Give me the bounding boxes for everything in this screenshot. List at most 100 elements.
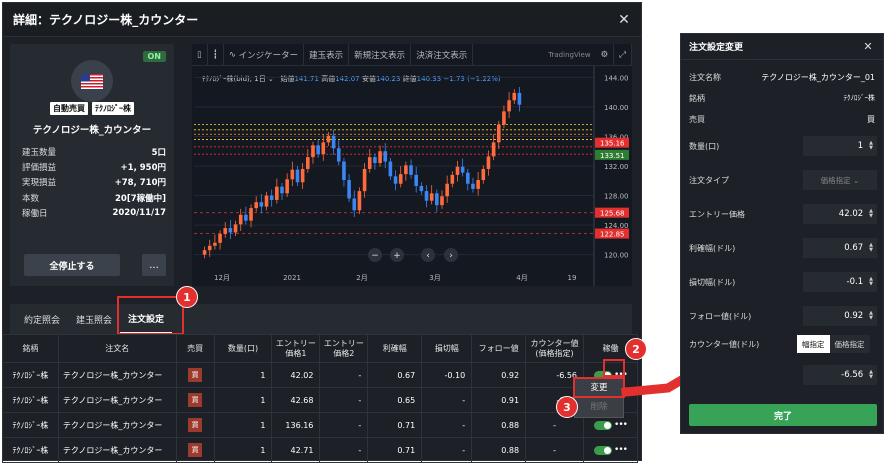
candle-body	[460, 166, 465, 173]
cell-take-profit: 0.71	[367, 412, 423, 438]
candle-body	[419, 185, 424, 192]
candle-body	[249, 208, 253, 221]
stepper-arrows-icon[interactable]: ▲ ▼	[869, 243, 873, 253]
candle-body	[352, 198, 357, 211]
cell-qty: 1	[213, 412, 273, 438]
candle-body	[218, 233, 222, 243]
candle-body	[373, 157, 377, 164]
settings-icon[interactable]: ⚙	[596, 43, 615, 66]
active-toggle[interactable]	[594, 420, 613, 430]
candle-body	[481, 168, 486, 181]
candle-type-icon[interactable]: ┇	[208, 43, 224, 66]
zoom-control-glyph: −	[371, 251, 379, 261]
table-row[interactable]: ﾃｸﾉﾛｼﾞｰ株 テクノロジー株_カウンター 買 1 136.16 - 0.71…	[2, 412, 638, 438]
stat-row: 本数 20[7稼働中]	[22, 190, 166, 205]
cell-side: 買	[175, 437, 215, 463]
cell-entry1: 136.16	[271, 412, 321, 438]
buy-badge: 買	[188, 393, 203, 407]
candle-body	[259, 202, 264, 207]
delete-menu-item[interactable]: 削除	[575, 398, 623, 417]
stat-row: 稼働日 2020/11/17	[22, 205, 166, 220]
cell-follow: 0.92	[471, 362, 527, 388]
counter-stepper[interactable]: -6.56 ▲ ▼	[803, 365, 877, 385]
price-tag-label: 122.85	[600, 231, 625, 239]
candle-body	[404, 165, 408, 175]
active-toggle[interactable]	[594, 445, 613, 455]
tab-positions[interactable]: 建玉照会	[68, 304, 120, 334]
show-new-orders-button[interactable]: 新規注文表示	[349, 43, 412, 66]
order-name-label: 注文名称	[689, 73, 721, 82]
tab-executions[interactable]: 約定照会	[16, 304, 68, 334]
fullscreen-icon[interactable]: ⤢	[614, 43, 632, 66]
row-menu-icon[interactable]: •••	[614, 420, 628, 430]
cell-active: •••	[583, 437, 638, 463]
symbol-label: 銘柄	[689, 94, 705, 103]
tag-auto-trade: 自動売買	[50, 102, 88, 115]
counter-mode-width-button[interactable]: 幅指定	[797, 335, 830, 353]
indicator-button[interactable]: ∿ インジケーター	[224, 43, 305, 66]
entry-value: 42.02	[838, 209, 864, 219]
candlestick-plot[interactable]: 144.00140.00136.00132.00128.00124.00120.…	[192, 66, 632, 286]
zoom-control-glyph: ›	[449, 251, 453, 261]
candle-body	[455, 166, 460, 175]
table-row[interactable]: ﾃｸﾉﾛｼﾞｰ株 テクノロジー株_カウンター 買 1 42.68 - 0.65 …	[2, 387, 638, 413]
counter-mode-price-button[interactable]: 価格指定	[829, 335, 870, 353]
counter-mode-toggle: 幅指定 価格指定	[797, 335, 870, 353]
more-options-button[interactable]: ...	[142, 254, 166, 276]
qty-stepper[interactable]: 1 ▲ ▼	[803, 136, 877, 156]
follow-stepper[interactable]: 0.92 ▲ ▼	[803, 306, 877, 326]
candle-body	[321, 142, 326, 155]
candle-body	[228, 228, 233, 233]
show-close-orders-button[interactable]: 決済注文表示	[411, 43, 474, 66]
stepper-arrows-icon[interactable]: ▲ ▼	[869, 209, 873, 219]
candle-body	[316, 145, 320, 155]
candle-body	[429, 193, 434, 201]
cell-counter: -	[525, 437, 585, 463]
done-button[interactable]: 完了	[689, 404, 877, 426]
x-tick-label: 2021	[283, 274, 301, 282]
stop-all-button[interactable]: 全停止する	[24, 254, 120, 276]
candle-body	[244, 214, 248, 221]
price-chart[interactable]: ▯ ┇ ∿ インジケーター 建玉表示 新規注文表示 決済注文表示 Trading…	[192, 43, 632, 286]
cell-side: 買	[175, 362, 215, 388]
candle-body	[496, 124, 501, 143]
cell-stop-loss: -0.10	[421, 362, 473, 388]
candle-body	[275, 186, 279, 200]
take-profit-stepper[interactable]: 0.67 ▲ ▼	[803, 238, 877, 258]
highlight-box	[603, 359, 625, 377]
cell-follow: 0.88	[471, 412, 527, 438]
buy-badge: 買	[188, 368, 203, 382]
stat-value: 2020/11/17	[112, 207, 166, 218]
x-tick-label: 12月	[214, 274, 230, 282]
cell-qty: 1	[213, 387, 273, 413]
candle-body	[466, 172, 470, 184]
stepper-arrows-icon[interactable]: ▲ ▼	[869, 141, 873, 151]
table-row[interactable]: ﾃｸﾉﾛｼﾞｰ株 テクノロジー株_カウンター 買 1 42.02 - 0.67 …	[2, 362, 638, 388]
tag-list: 自動売買 ﾃｸﾉﾛｼﾞｰ株	[10, 102, 174, 115]
show-positions-button[interactable]: 建玉表示	[304, 43, 350, 66]
order-type-select[interactable]: 価格指定 ⌄	[803, 170, 877, 190]
row-menu-icon[interactable]: •••	[614, 445, 628, 455]
candle-body	[440, 196, 444, 206]
cell-order-name: テクノロジー株_カウンター	[57, 362, 177, 388]
candle-body	[295, 169, 300, 183]
candle-body	[306, 157, 310, 169]
calendar-icon[interactable]: ▯	[192, 43, 208, 66]
stepper-arrows-icon[interactable]: ▲ ▼	[869, 311, 873, 321]
y-tick-label: 132.00	[604, 163, 629, 171]
close-icon[interactable]: ✕	[861, 40, 875, 53]
stepper-arrows-icon[interactable]: ▲ ▼	[869, 370, 873, 380]
close-icon[interactable]: ✕	[617, 12, 631, 28]
table-row[interactable]: ﾃｸﾉﾛｼﾞｰ株 テクノロジー株_カウンター 買 1 42.71 - 0.71 …	[2, 437, 638, 463]
stop-loss-stepper[interactable]: -0.1 ▲ ▼	[803, 272, 877, 292]
strategy-info-card: ON 自動売買 ﾃｸﾉﾛｼﾞｰ株 テクノロジー株_カウンター 建玉数量 5口 評価…	[10, 44, 174, 286]
candle-body	[269, 195, 274, 200]
cell-take-profit: 0.65	[367, 387, 423, 413]
candle-body	[213, 242, 217, 246]
entry-stepper[interactable]: 42.02 ▲ ▼	[803, 204, 877, 224]
cell-stop-loss: -	[421, 437, 473, 463]
entry-label: エントリー価格	[689, 210, 745, 219]
status-badge: ON	[142, 51, 166, 62]
candle-body	[311, 145, 315, 158]
stepper-arrows-icon[interactable]: ▲ ▼	[869, 277, 873, 287]
